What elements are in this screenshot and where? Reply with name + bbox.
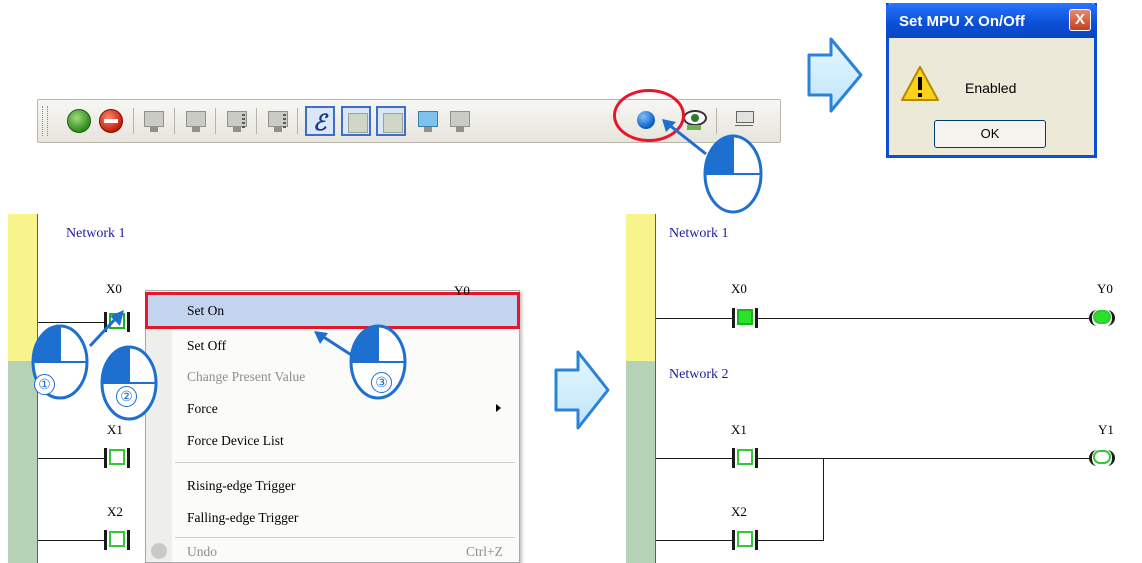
mouse-icon-step-2 (100, 345, 158, 421)
network-label: Network 1 (669, 226, 729, 241)
flow-arrow-right (807, 37, 863, 113)
monitor-button[interactable] (181, 106, 211, 136)
wire (823, 458, 824, 541)
flow-arrow-right (554, 350, 610, 430)
step-1-label: ① (34, 374, 55, 395)
ladder-editor-right: Network 1 X0 Y0 Network 2 X1 Y1 X2 (626, 214, 1142, 563)
step-3-label: ③ (371, 372, 392, 393)
edit-pen-icon: ℰ (313, 110, 327, 135)
coil-y0[interactable] (1089, 310, 1115, 326)
toolbar-separator (297, 108, 298, 134)
menu-item-undo[interactable]: Undo (187, 544, 217, 560)
network-icon (736, 111, 754, 123)
monitor-icon (144, 111, 164, 132)
download-icon (418, 111, 438, 132)
menu-item-rising-edge-trigger[interactable]: Rising-edge Trigger (187, 478, 295, 494)
device-label: X0 (731, 281, 747, 296)
pointer-arrow (314, 331, 357, 360)
dialog-title: Set MPU X On/Off (899, 13, 1025, 30)
dialog-message: Enabled (965, 80, 1017, 96)
wire (38, 540, 106, 541)
device-label-partial: Y0 (454, 283, 470, 298)
stop-icon (99, 109, 123, 133)
device-label: X1 (107, 422, 123, 437)
contact-x1[interactable] (732, 448, 758, 468)
grid-button[interactable] (376, 106, 406, 136)
grid-icon (383, 113, 403, 133)
monitor-total-button[interactable] (222, 106, 252, 136)
step-2-label: ② (116, 386, 137, 407)
power-rail (655, 214, 656, 563)
wire (38, 458, 106, 459)
ok-button[interactable]: OK (934, 120, 1046, 148)
wire (656, 318, 734, 319)
wire (758, 318, 1091, 319)
wire (758, 540, 823, 541)
toolbar-separator (716, 108, 717, 134)
grid-button[interactable] (341, 106, 371, 136)
download-button[interactable] (413, 106, 443, 136)
close-icon[interactable]: X (1069, 9, 1091, 31)
device-label: X2 (107, 504, 123, 519)
menu-item-change-present-value[interactable]: Change Present Value (187, 369, 305, 385)
toolbar-separator (174, 108, 175, 134)
menu-separator (175, 462, 515, 463)
rail-network-1 (626, 214, 655, 361)
device-label: X2 (731, 504, 747, 519)
monitor-icon (186, 111, 206, 132)
grid-icon (348, 113, 368, 133)
contact-x2[interactable] (732, 530, 758, 550)
device-label: Y1 (1098, 422, 1114, 437)
toolbar-separator (133, 108, 134, 134)
network-label: Network 1 (66, 226, 126, 241)
device-label: X1 (731, 422, 747, 437)
context-menu-gutter (146, 291, 172, 562)
menu-item-falling-edge-trigger[interactable]: Falling-edge Trigger (187, 510, 298, 526)
toolbar-grip[interactable] (42, 106, 48, 136)
monitor-button[interactable] (445, 106, 475, 136)
contact-x0[interactable] (732, 308, 758, 328)
mouse-icon (703, 134, 763, 214)
coil-y1[interactable] (1089, 450, 1115, 466)
network-label: Network 2 (669, 367, 729, 382)
warning-icon (901, 66, 939, 101)
menu-item-force[interactable]: Force (187, 401, 218, 417)
rail-network-2 (626, 361, 655, 563)
wire (656, 540, 734, 541)
menu-item-force-device-list[interactable]: Force Device List (187, 433, 284, 449)
pointer-arrow (88, 310, 124, 348)
undo-icon (151, 543, 167, 559)
monitor-icon (450, 111, 470, 132)
menu-item-set-on[interactable]: Set On (187, 303, 224, 319)
contact-x1[interactable] (104, 448, 130, 468)
bars-icon (242, 114, 245, 128)
wire (758, 458, 1091, 459)
contact-x2[interactable] (104, 530, 130, 550)
network-icon-base (735, 125, 753, 130)
toolbar-separator (256, 108, 257, 134)
undo-shortcut: Ctrl+Z (466, 544, 503, 559)
run-button[interactable] (64, 106, 94, 136)
device-label: Y0 (1097, 281, 1113, 296)
toolbar-separator (215, 108, 216, 134)
run-icon (67, 109, 91, 133)
edit-pen-button[interactable]: ℰ (305, 106, 335, 136)
monitor-total-button[interactable] (263, 106, 293, 136)
monitor-button[interactable] (139, 106, 169, 136)
stop-button[interactable] (96, 106, 126, 136)
bars-icon (283, 114, 286, 128)
submenu-arrow-icon (496, 404, 501, 412)
wire (656, 458, 734, 459)
menu-item-set-off[interactable]: Set Off (187, 338, 226, 354)
menu-separator (175, 537, 515, 538)
device-label: X0 (106, 281, 122, 296)
